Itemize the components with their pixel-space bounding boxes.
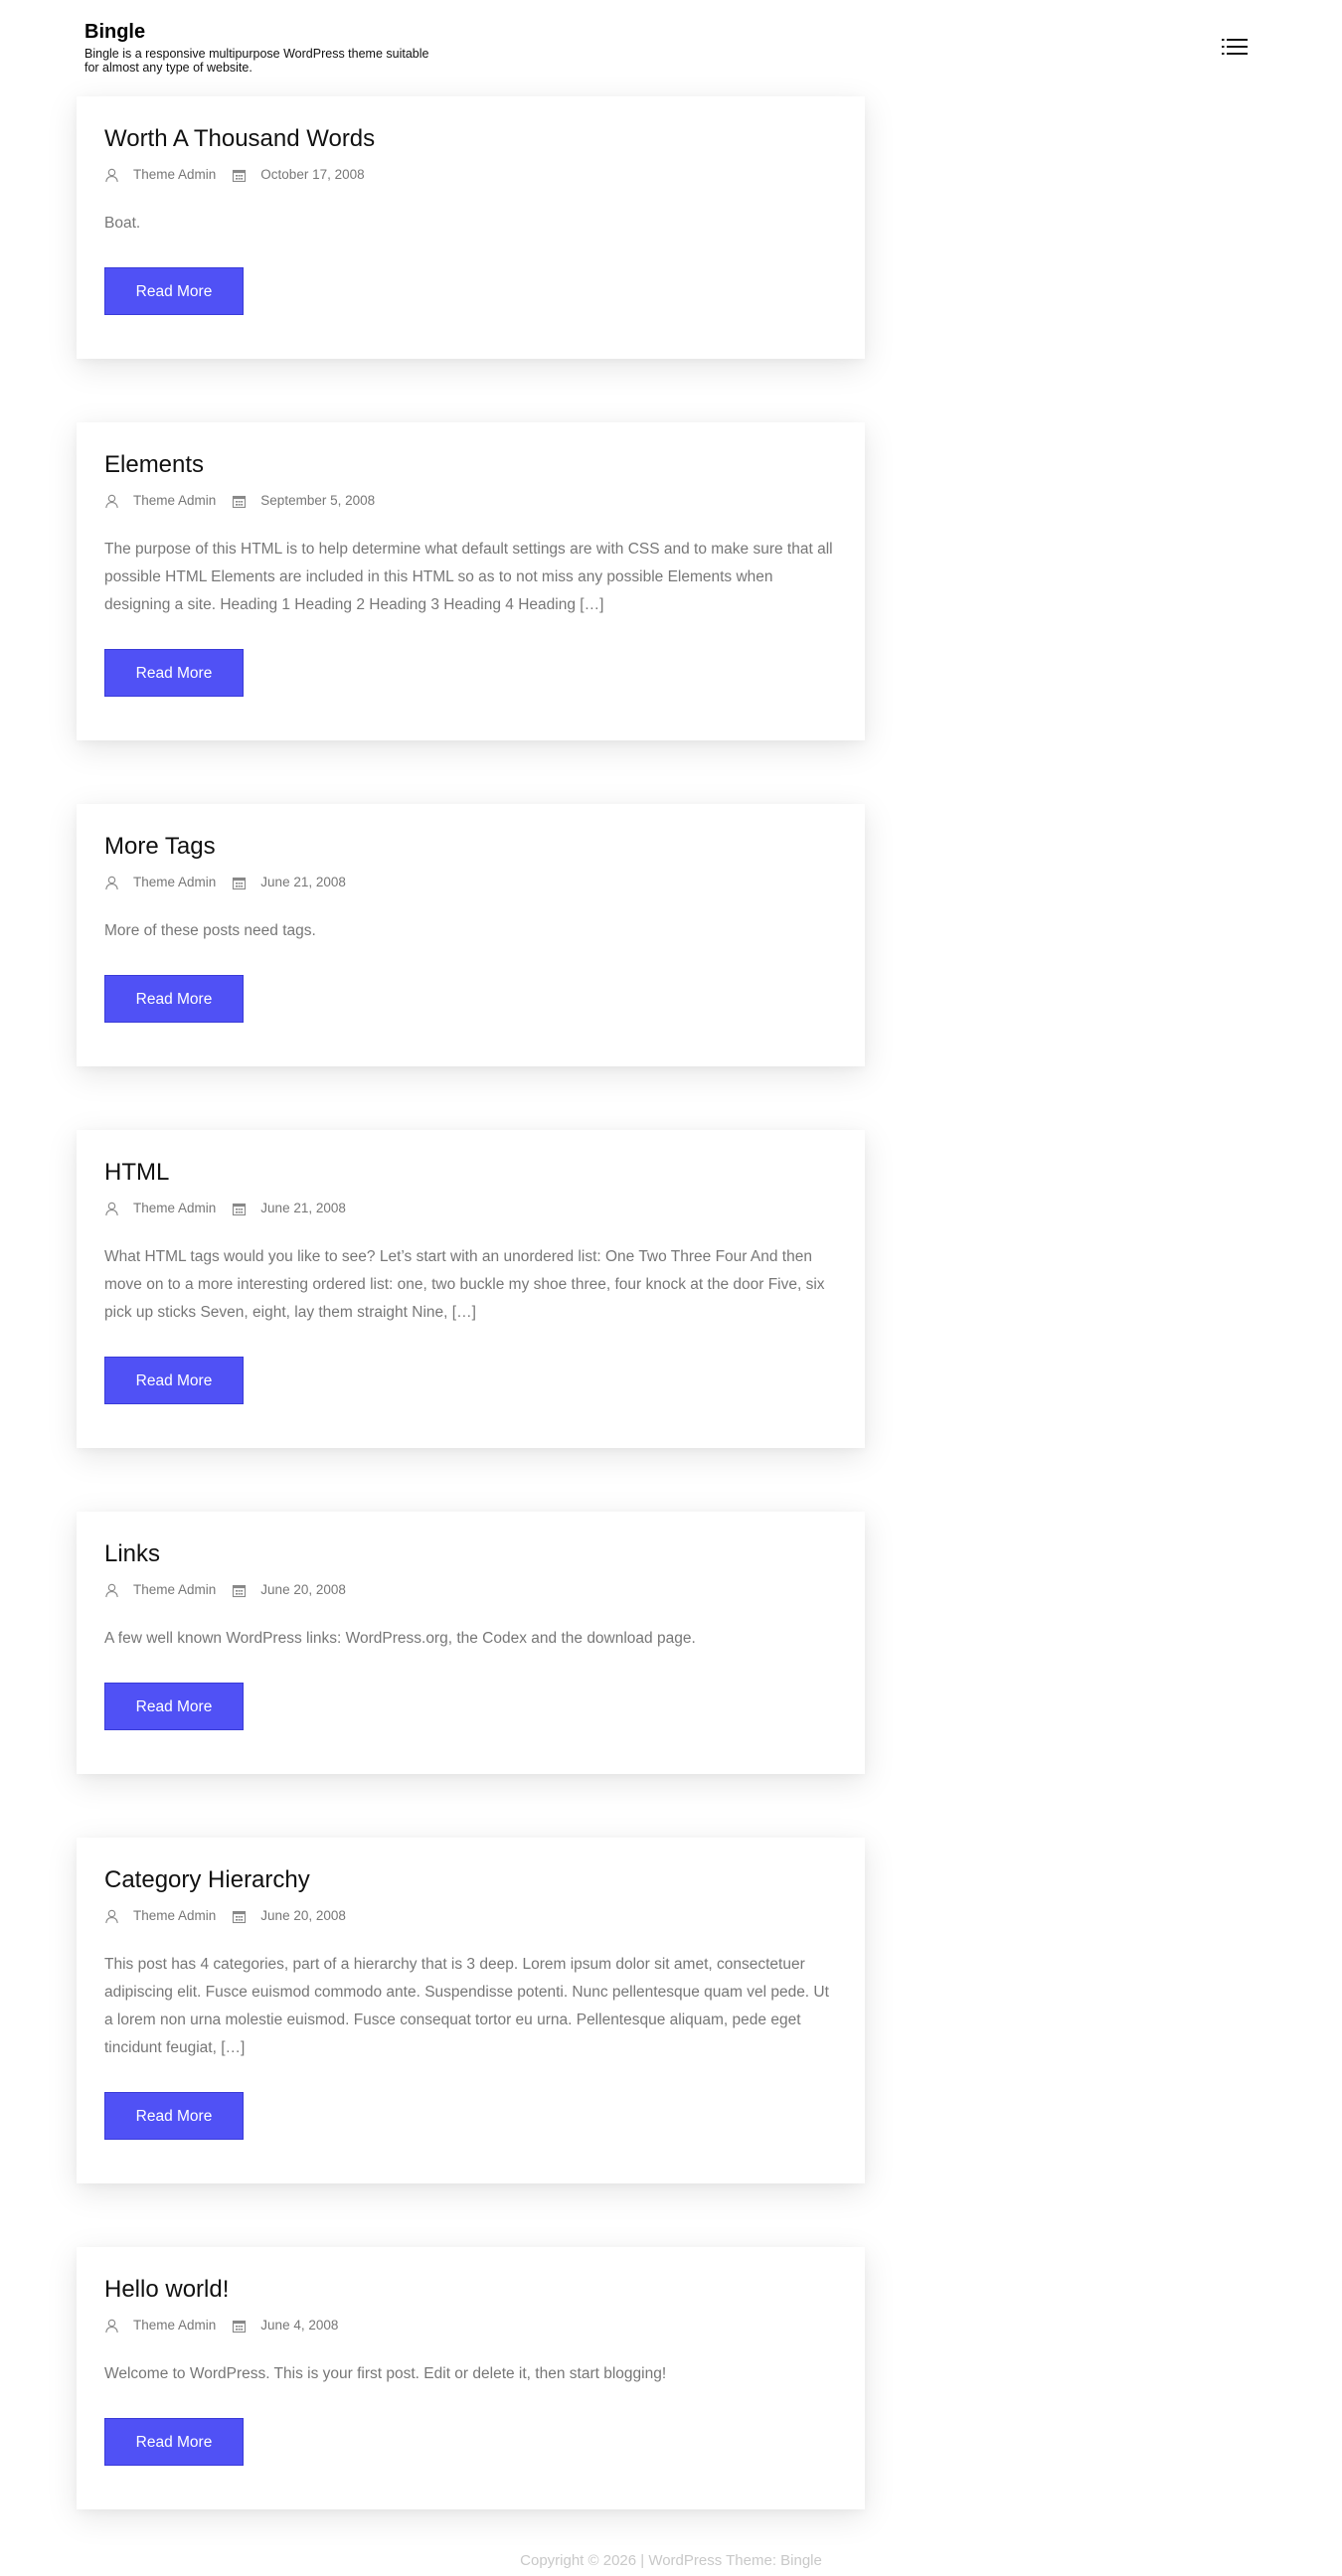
author-link[interactable]: Theme Admin (133, 1907, 216, 1925)
calendar-icon (232, 494, 247, 509)
calendar-icon (232, 876, 247, 890)
post-list: Worth A Thousand Words Theme Admin Octob… (77, 96, 865, 2573)
author-link[interactable]: Theme Admin (133, 2317, 216, 2334)
site-title[interactable]: Bingle (84, 20, 1258, 44)
post-author: Theme Admin (104, 874, 216, 891)
user-icon (104, 2319, 119, 2334)
user-icon (104, 1909, 119, 1924)
post-title[interactable]: More Tags (104, 832, 837, 862)
post-author: Theme Admin (104, 1907, 216, 1925)
post-excerpt: The purpose of this HTML is to help dete… (104, 541, 833, 613)
post-excerpt: This post has 4 categories, part of a hi… (104, 1956, 829, 2056)
post-card: Elements Theme Admin September 5, 2008 T… (77, 422, 865, 740)
read-more-button[interactable]: Read More (104, 975, 244, 1023)
author-link[interactable]: Theme Admin (133, 1200, 216, 1217)
post-card: More Tags Theme Admin June 21, 2008 More… (77, 804, 865, 1066)
author-link[interactable]: Theme Admin (133, 166, 216, 184)
post-card: Worth A Thousand Words Theme Admin Octob… (77, 96, 865, 359)
date-link[interactable]: June 4, 2008 (260, 2317, 338, 2334)
post-card: Links Theme Admin June 20, 2008 A few we… (77, 1512, 865, 1774)
calendar-icon (232, 1909, 247, 1924)
post-title[interactable]: Elements (104, 450, 837, 480)
post-meta: Theme Admin October 17, 2008 (104, 166, 837, 184)
post-meta: Theme Admin June 4, 2008 (104, 2317, 837, 2334)
menu-list-icon[interactable] (1222, 36, 1248, 58)
calendar-icon (232, 168, 247, 183)
post-date: October 17, 2008 (232, 166, 365, 184)
post-author: Theme Admin (104, 2317, 216, 2334)
post-date: June 20, 2008 (232, 1907, 346, 1925)
post-excerpt: A few well known WordPress links: WordPr… (104, 1630, 696, 1647)
post-title[interactable]: HTML (104, 1158, 837, 1188)
author-link[interactable]: Theme Admin (133, 874, 216, 891)
calendar-icon (232, 1583, 247, 1598)
date-link[interactable]: June 21, 2008 (260, 874, 346, 891)
copyright-text: Copyright © 2026 | WordPress Theme: Bing… (520, 2552, 822, 2569)
post-card: Category Hierarchy Theme Admin June 20, … (77, 1838, 865, 2183)
post-date: June 21, 2008 (232, 1200, 346, 1217)
read-more-button[interactable]: Read More (104, 649, 244, 697)
post-date: June 20, 2008 (232, 1581, 346, 1599)
post-author: Theme Admin (104, 492, 216, 510)
post-title[interactable]: Hello world! (104, 2275, 837, 2305)
user-icon (104, 1202, 119, 1216)
post-card: HTML Theme Admin June 21, 2008 What HTML… (77, 1130, 865, 1448)
read-more-button[interactable]: Read More (104, 2092, 244, 2140)
post-meta: Theme Admin June 21, 2008 (104, 1200, 837, 1217)
user-icon (104, 168, 119, 183)
post-title[interactable]: Worth A Thousand Words (104, 124, 837, 154)
author-link[interactable]: Theme Admin (133, 492, 216, 510)
calendar-icon (232, 1202, 247, 1216)
post-meta: Theme Admin September 5, 2008 (104, 492, 837, 510)
read-more-button[interactable]: Read More (104, 2418, 244, 2466)
date-link[interactable]: June 20, 2008 (260, 1907, 346, 1925)
post-excerpt: More of these posts need tags. (104, 922, 316, 939)
post-date: June 4, 2008 (232, 2317, 338, 2334)
post-excerpt: What HTML tags would you like to see? Le… (104, 1248, 825, 1321)
read-more-button[interactable]: Read More (104, 267, 244, 315)
post-author: Theme Admin (104, 1200, 216, 1217)
post-date: June 21, 2008 (232, 874, 346, 891)
post-excerpt: Welcome to WordPress. This is your first… (104, 2365, 667, 2382)
site-description: Bingle is a responsive multipurpose Word… (84, 47, 429, 75)
post-excerpt: Boat. (104, 215, 141, 232)
date-link[interactable]: June 21, 2008 (260, 1200, 346, 1217)
read-more-button[interactable]: Read More (104, 1683, 244, 1730)
post-meta: Theme Admin June 21, 2008 (104, 874, 837, 891)
post-title[interactable]: Links (104, 1539, 837, 1569)
user-icon (104, 1583, 119, 1598)
user-icon (104, 494, 119, 509)
post-author: Theme Admin (104, 166, 216, 184)
site-header: Bingle Bingle is a responsive multipurpo… (84, 20, 1258, 80)
post-author: Theme Admin (104, 1581, 216, 1599)
date-link[interactable]: October 17, 2008 (260, 166, 364, 184)
site-footer: Copyright © 2026 | WordPress Theme: Bing… (0, 2552, 1342, 2569)
author-link[interactable]: Theme Admin (133, 1581, 216, 1599)
date-link[interactable]: June 20, 2008 (260, 1581, 346, 1599)
post-meta: Theme Admin June 20, 2008 (104, 1581, 837, 1599)
post-title[interactable]: Category Hierarchy (104, 1865, 837, 1895)
post-date: September 5, 2008 (232, 492, 375, 510)
user-icon (104, 876, 119, 890)
read-more-button[interactable]: Read More (104, 1357, 244, 1404)
date-link[interactable]: September 5, 2008 (260, 492, 375, 510)
post-meta: Theme Admin June 20, 2008 (104, 1907, 837, 1925)
post-card: Hello world! Theme Admin June 4, 2008 We… (77, 2247, 865, 2509)
calendar-icon (232, 2319, 247, 2334)
